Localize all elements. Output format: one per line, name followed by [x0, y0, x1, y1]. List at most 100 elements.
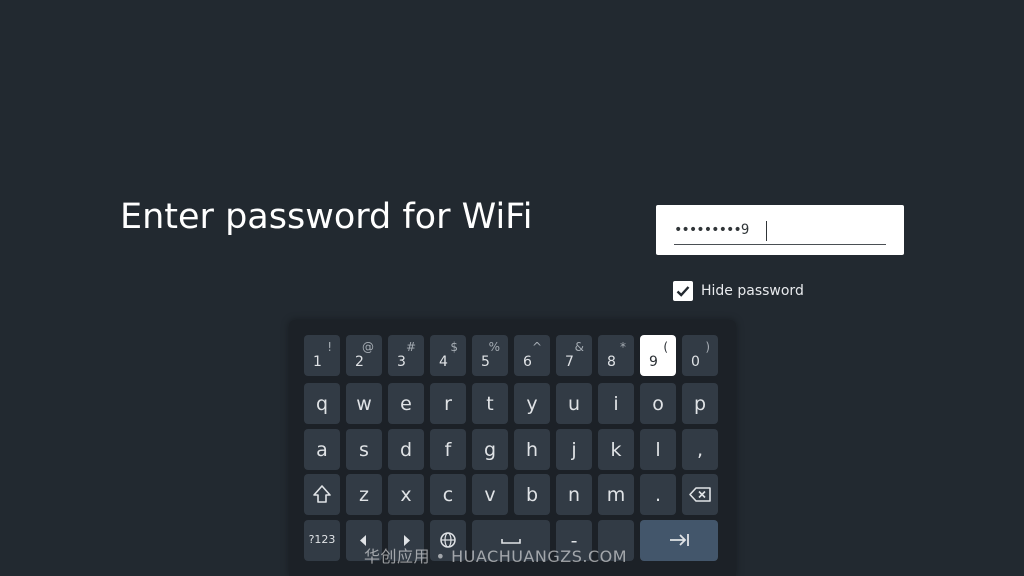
key-label: f: [444, 439, 452, 461]
key-8[interactable]: 8 *: [598, 335, 634, 376]
key-label: 2: [355, 354, 364, 370]
hide-password-label: Hide password: [701, 283, 804, 299]
key-b[interactable]: b: [514, 474, 550, 515]
key-label: z: [359, 484, 369, 506]
key-label: w: [356, 393, 372, 415]
watermark: 华创应用 • HUACHUANGZS.COM: [364, 547, 628, 566]
key-g[interactable]: g: [472, 429, 508, 470]
key-shift[interactable]: [304, 474, 340, 515]
key-r[interactable]: r: [430, 383, 466, 424]
key-label: 0: [691, 354, 700, 370]
key-w[interactable]: w: [346, 383, 382, 424]
key-u[interactable]: u: [556, 383, 592, 424]
key-l[interactable]: l: [640, 429, 676, 470]
key-label: a: [316, 439, 328, 461]
key-label: y: [526, 393, 538, 415]
key-9-focused[interactable]: 9 (: [640, 335, 676, 376]
key-label: p: [693, 393, 707, 415]
key-n[interactable]: n: [556, 474, 592, 515]
key-alt-label: &: [574, 340, 584, 354]
key-label: s: [359, 439, 369, 461]
key-comma[interactable]: ,: [682, 429, 718, 470]
key-label: 9: [649, 354, 658, 370]
key-backspace[interactable]: [682, 474, 718, 515]
key-x[interactable]: x: [388, 474, 424, 515]
key-alt-label: @: [362, 340, 374, 354]
key-label: k: [610, 439, 622, 461]
key-e[interactable]: e: [388, 383, 424, 424]
key-3[interactable]: 3 #: [388, 335, 424, 376]
key-label: n: [567, 484, 581, 506]
key-p[interactable]: p: [682, 383, 718, 424]
key-label: m: [606, 484, 626, 506]
key-label: c: [442, 484, 454, 506]
key-j[interactable]: j: [556, 429, 592, 470]
key-label: q: [315, 393, 329, 415]
key-label: .: [654, 484, 662, 506]
key-m[interactable]: m: [598, 474, 634, 515]
key-label: 7: [565, 354, 574, 370]
key-symbols[interactable]: ?123: [304, 520, 340, 561]
key-f[interactable]: f: [430, 429, 466, 470]
key-o[interactable]: o: [640, 383, 676, 424]
key-label: 6: [523, 354, 532, 370]
wifi-password-screen: Enter password for WiFi •••••••••9 Hide …: [0, 0, 1024, 576]
key-label: h: [525, 439, 539, 461]
key-label: l: [655, 439, 661, 461]
on-screen-keyboard: 1 ! 2 @ 3 # 4 $ 5 % 6 ^ 7 & 8 * 9 (0) …: [289, 320, 736, 576]
backspace-icon: [689, 487, 711, 502]
key-6[interactable]: 6 ^: [514, 335, 550, 376]
key-label: u: [567, 393, 581, 415]
key-k[interactable]: k: [598, 429, 634, 470]
key-label: b: [525, 484, 539, 506]
key-z[interactable]: z: [346, 474, 382, 515]
key-a[interactable]: a: [304, 429, 340, 470]
password-field[interactable]: •••••••••9: [656, 205, 904, 255]
key-5[interactable]: 5 %: [472, 335, 508, 376]
key-label: e: [400, 393, 412, 415]
key-label: d: [399, 439, 413, 461]
key-alt-label: ^: [531, 340, 542, 354]
password-value: •••••••••9: [674, 222, 749, 238]
key-alt-label: #: [405, 340, 416, 354]
key-h[interactable]: h: [514, 429, 550, 470]
key-v[interactable]: v: [472, 474, 508, 515]
tab-arrow-icon: [670, 534, 689, 546]
key-label: 4: [439, 354, 448, 370]
key-d[interactable]: d: [388, 429, 424, 470]
shift-icon: [313, 485, 331, 503]
key-alt-label: ): [705, 340, 710, 354]
password-underline: [674, 244, 886, 245]
key-s[interactable]: s: [346, 429, 382, 470]
page-title: Enter password for WiFi: [120, 197, 533, 237]
key-c[interactable]: c: [430, 474, 466, 515]
key-label: r: [444, 393, 452, 415]
key-label: 8: [607, 354, 616, 370]
key-y[interactable]: y: [514, 383, 550, 424]
key-1[interactable]: 1 !: [304, 335, 340, 376]
text-cursor: [766, 221, 767, 241]
key-0[interactable]: 0 ): [682, 335, 718, 376]
key-alt-label: *: [620, 340, 626, 354]
key-alt-label: !: [327, 340, 332, 354]
key-alt-label: (: [663, 340, 668, 354]
key-4[interactable]: 4 $: [430, 335, 466, 376]
key-label: j: [571, 439, 577, 461]
hide-password-toggle[interactable]: Hide password: [673, 280, 804, 302]
key-label: ,: [696, 439, 704, 461]
key-q[interactable]: q: [304, 383, 340, 424]
key-7[interactable]: 7 &: [556, 335, 592, 376]
key-label: 3: [397, 354, 406, 370]
key-t[interactable]: t: [472, 383, 508, 424]
key-i[interactable]: i: [598, 383, 634, 424]
key-label: 5: [481, 354, 490, 370]
key-label: ?123: [308, 533, 336, 546]
key-next[interactable]: [640, 520, 718, 561]
key-2[interactable]: 2 @: [346, 335, 382, 376]
key-label: t: [486, 393, 494, 415]
key-alt-label: $: [450, 340, 458, 354]
key-period[interactable]: .: [640, 474, 676, 515]
key-label: o: [652, 393, 664, 415]
key-label: i: [613, 393, 619, 415]
hide-password-checkbox[interactable]: [673, 281, 693, 301]
